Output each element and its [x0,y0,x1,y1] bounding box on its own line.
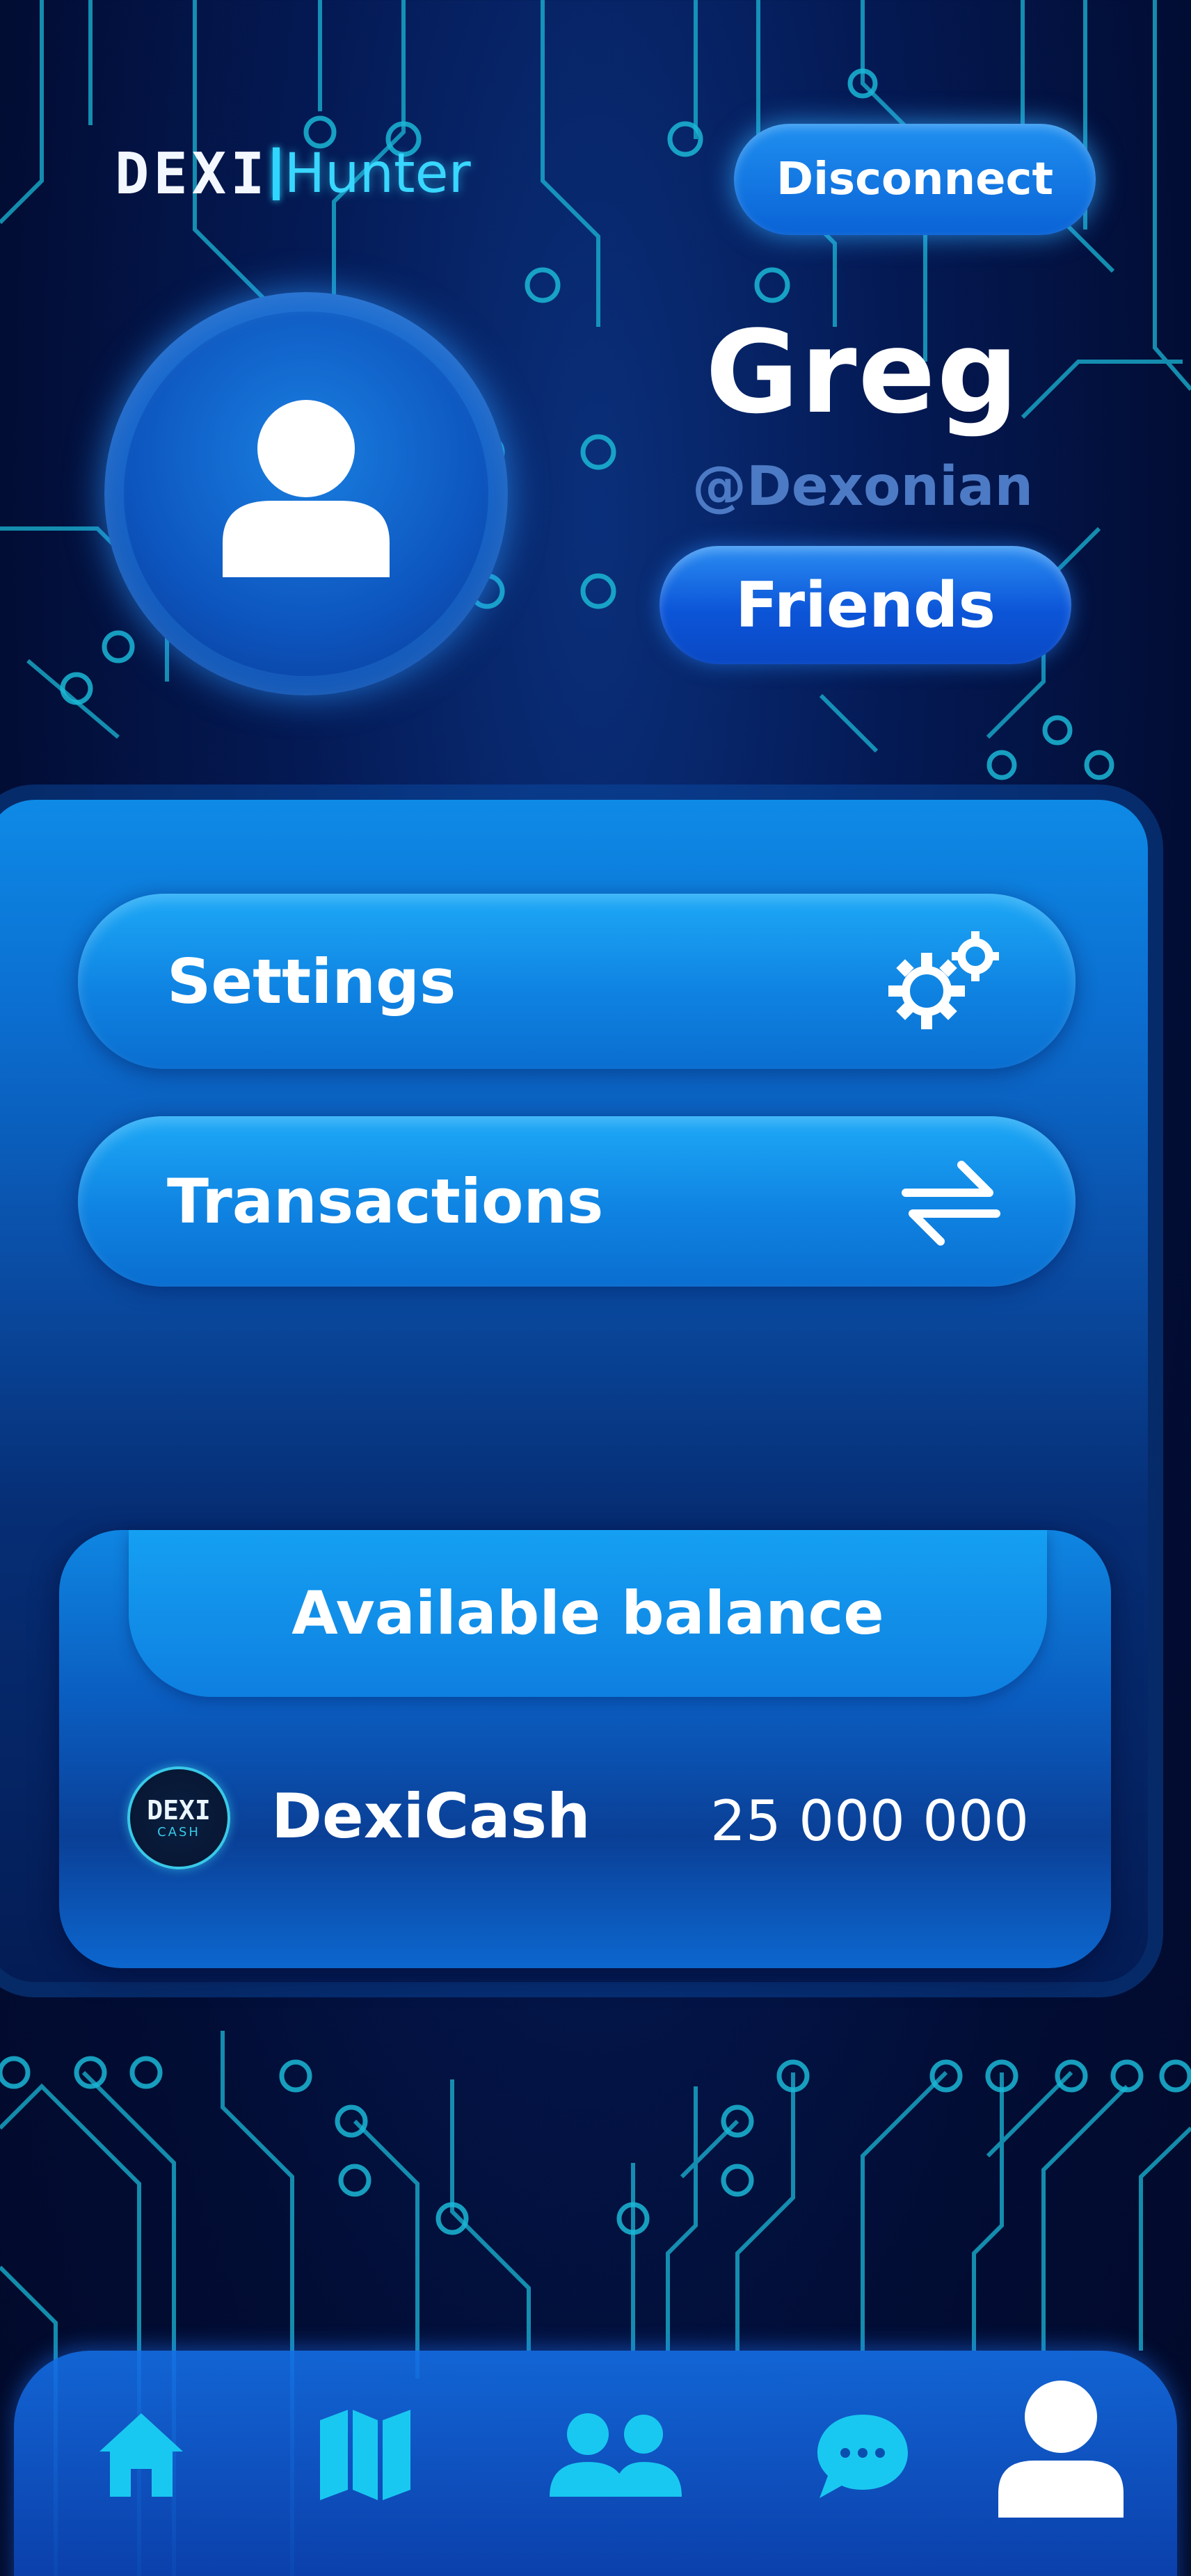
profile-name: Greg [705,306,1021,439]
dexicash-coin-icon: DEXI CASH [127,1766,230,1869]
currency-name: DexiCash [271,1780,591,1852]
coin-text-bottom: CASH [157,1824,200,1840]
profile-icon[interactable] [991,2378,1130,2518]
gears-icon [888,931,999,1029]
friends-button[interactable]: Friends [660,546,1071,664]
profile-handle: @Dexonian [692,456,1033,518]
avatar [104,292,508,695]
settings-label: Settings [167,945,456,1017]
logo-divider [273,147,280,200]
app-logo: DEXI Hunter [115,140,471,207]
balance-header: Available balance [129,1530,1047,1697]
balance-card: Available balance DEXI CASH DexiCash 25 … [59,1530,1111,1968]
friends-icon[interactable] [546,2410,685,2500]
balance-title: Available balance [291,1579,884,1648]
home-icon[interactable] [96,2410,186,2500]
transactions-button[interactable]: Transactions [78,1116,1076,1287]
currency-amount: 25 000 000 [710,1789,1029,1853]
disconnect-button[interactable]: Disconnect [734,124,1096,235]
chat-icon[interactable] [814,2408,911,2505]
transfer-arrows-icon [902,1161,1000,1246]
logo-text-hunter: Hunter [284,143,471,205]
map-icon[interactable] [317,2406,414,2504]
transactions-label: Transactions [167,1166,604,1237]
bottom-nav [14,2351,1177,2576]
coin-text-top: DEXI [147,1794,211,1826]
logo-text-dexi: DEXI [115,140,269,207]
user-icon [223,400,390,577]
settings-button[interactable]: Settings [78,894,1076,1069]
